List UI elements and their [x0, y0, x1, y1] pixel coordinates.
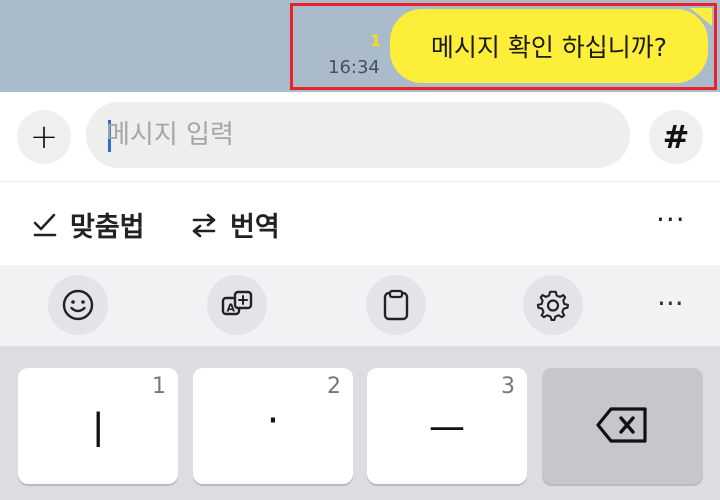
gear-icon — [536, 290, 569, 321]
key-glyph: ㅣ — [79, 408, 117, 454]
translate-icon: A — [221, 290, 253, 316]
key-1[interactable]: 1 ㅣ — [18, 368, 178, 484]
smiley-icon — [62, 289, 94, 321]
suggestion-bar: 맞춤법 번역 ··· — [0, 183, 720, 265]
spellcheck-label: 맞춤법 — [70, 212, 145, 243]
suggestion-more-button[interactable]: ··· — [656, 203, 686, 236]
chat-area: 1 16:34 메시지 확인 하십니까? — [0, 0, 720, 92]
message-bubble[interactable]: 메시지 확인 하십니까? — [390, 9, 708, 83]
clipboard-icon — [383, 289, 409, 321]
plus-icon: + — [29, 117, 59, 157]
svg-text:A: A — [227, 302, 236, 315]
translate-button[interactable]: 번역 — [190, 205, 280, 244]
clipboard-toolbar-button[interactable] — [366, 275, 426, 335]
keyboard-toolbar: A ··· — [0, 265, 720, 346]
message-input-container[interactable] — [86, 102, 701, 168]
key-3[interactable]: 3 ㅡ — [367, 368, 527, 484]
message-input[interactable] — [106, 102, 566, 168]
key-2[interactable]: 2 · — [193, 368, 353, 484]
toolbar-more-button[interactable]: ··· — [657, 287, 684, 320]
key-number: 2 — [327, 374, 341, 399]
unread-count: 1 — [370, 31, 382, 50]
plus-button[interactable]: + — [17, 110, 71, 164]
hashtag-button[interactable]: # — [649, 110, 703, 164]
hash-icon: # — [662, 118, 690, 156]
keyboard: 1 ㅣ 2 · 3 ㅡ — [0, 346, 720, 500]
translate-label: 번역 — [230, 212, 280, 243]
key-glyph: ㅡ — [428, 408, 466, 454]
swap-arrows-icon — [192, 213, 216, 237]
input-row: + # — [0, 92, 720, 182]
translate-toolbar-button[interactable]: A — [207, 275, 267, 335]
delete-key[interactable] — [542, 368, 703, 484]
emoji-toolbar-button[interactable] — [48, 275, 108, 335]
settings-toolbar-button[interactable] — [523, 275, 583, 335]
check-icon — [33, 213, 57, 236]
key-glyph: · — [266, 398, 280, 444]
message-text: 메시지 확인 하십니까? — [430, 33, 668, 62]
key-number: 1 — [152, 374, 166, 399]
key-number: 3 — [501, 374, 515, 399]
message-time: 16:34 — [328, 57, 380, 78]
backspace-icon — [596, 407, 647, 443]
spellcheck-button[interactable]: 맞춤법 — [32, 205, 145, 244]
